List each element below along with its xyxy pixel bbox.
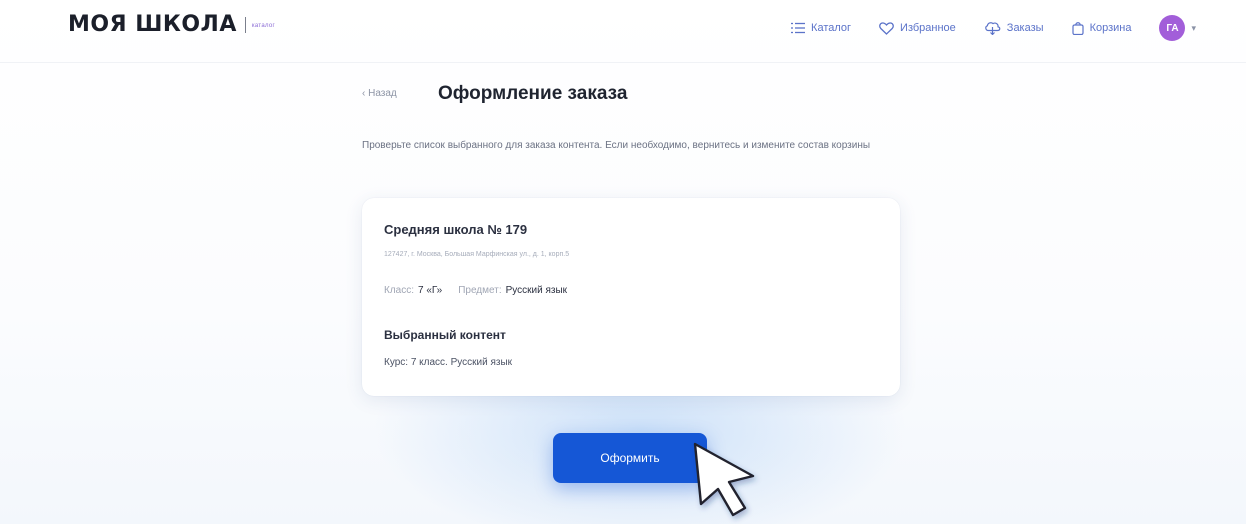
logo-text: МОЯ ШКОЛА [68, 12, 237, 37]
subject-value: Русский язык [505, 285, 568, 296]
list-icon [791, 22, 806, 34]
avatar[interactable]: ГА [1159, 15, 1186, 41]
header: МОЯ ШКОЛА каталог Каталог Избранное Зака… [0, 0, 1246, 56]
logo[interactable]: МОЯ ШКОЛА каталог [68, 12, 275, 37]
subject-label: Предмет: [458, 285, 502, 296]
nav-catalog[interactable]: Каталог [791, 22, 851, 34]
order-card: Средняя школа № 179 127427, г. Москва, Б… [362, 198, 900, 396]
selected-content-heading: Выбранный контент [384, 328, 506, 342]
top-nav: Каталог Избранное Заказы Корзина ГА ▾ [763, 10, 1196, 46]
logo-tag: каталог [251, 22, 276, 29]
nav-orders-label: Заказы [1006, 22, 1044, 34]
class-value: 7 «Г» [418, 285, 443, 296]
chevron-down-icon[interactable]: ▾ [1191, 23, 1196, 34]
class-label: Класс: [384, 285, 414, 296]
page-description: Проверьте список выбранного для заказа к… [362, 140, 871, 151]
logo-divider [244, 16, 246, 33]
page-title: Оформление заказа [438, 83, 628, 104]
nav-catalog-label: Каталог [811, 22, 852, 34]
page: МОЯ ШКОЛА каталог Каталог Избранное Зака… [0, 0, 1246, 524]
nav-cart-label: Корзина [1089, 22, 1132, 34]
selected-content-value: Курс: 7 класс. Русский язык [384, 357, 513, 368]
back-link[interactable]: ‹ Назад [362, 88, 397, 99]
bag-icon [1071, 22, 1084, 35]
nav-favorites[interactable]: Избранное [879, 21, 956, 35]
school-name: Средняя школа № 179 [384, 222, 528, 237]
header-divider [0, 62, 1246, 63]
cloud-icon [985, 22, 1001, 35]
mouse-pointer-icon [693, 442, 755, 517]
heart-icon [879, 21, 894, 35]
class-subject-row: Класс: 7 «Г» Предмет: Русский язык [384, 285, 583, 296]
nav-favorites-label: Избранное [900, 22, 956, 34]
school-address: 127427, г. Москва, Большая Марфинская ул… [384, 251, 570, 258]
nav-orders[interactable]: Заказы [984, 21, 1044, 35]
nav-cart[interactable]: Корзина [1071, 21, 1132, 35]
